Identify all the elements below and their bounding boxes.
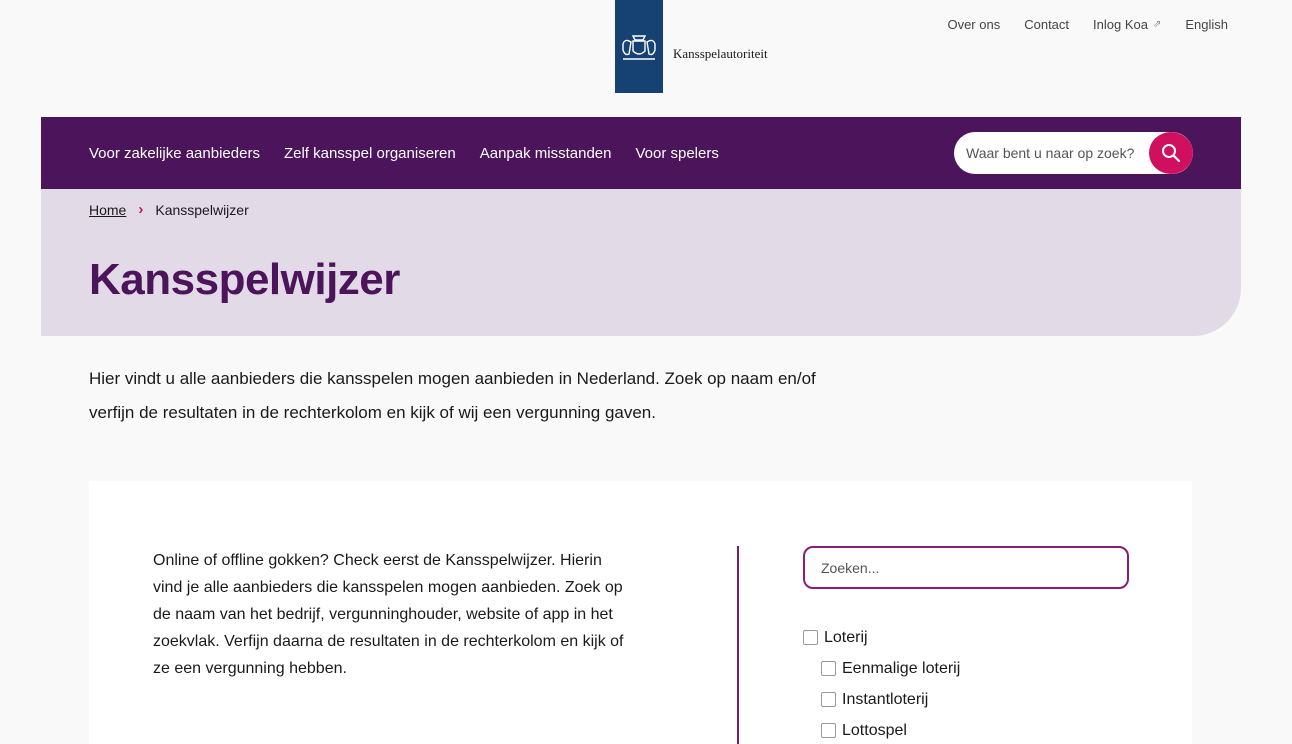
link-label: Over ons: [947, 17, 1001, 32]
page-title: Kansspelwijzer: [89, 255, 400, 304]
kansspelwijzer-card: Online of offline gokken? Check eerst de…: [89, 481, 1192, 744]
top-utility-links: Over ons Contact Inlog Koa ⇗ English: [947, 17, 1228, 32]
breadcrumb-home-link[interactable]: Home: [89, 202, 126, 218]
search-button[interactable]: [1149, 132, 1193, 174]
checkbox[interactable]: [821, 723, 836, 738]
intro-text: Hier vindt u alle aanbieders die kansspe…: [89, 369, 816, 422]
column-divider: [737, 546, 739, 744]
breadcrumb-current: Kansspelwijzer: [155, 201, 249, 218]
nav-item-zakelijke-aanbieders[interactable]: Voor zakelijke aanbieders: [89, 145, 260, 162]
site-search-input[interactable]: [954, 145, 1149, 161]
filter-eenmalige-loterij[interactable]: Eenmalige loterij: [803, 653, 960, 684]
page-hero: Home › Kansspelwijzer Kansspelwijzer: [41, 189, 1241, 336]
filter-instantloterij[interactable]: Instantloterij: [803, 684, 960, 715]
filter-loterij[interactable]: Loterij: [803, 622, 960, 653]
link-label: Inlog Koa: [1093, 17, 1148, 32]
breadcrumb: Home › Kansspelwijzer: [89, 201, 249, 218]
filter-label: Instantloterij: [842, 690, 929, 708]
nav-item-voor-spelers[interactable]: Voor spelers: [635, 145, 718, 162]
link-over-ons[interactable]: Over ons: [947, 17, 1000, 32]
main-navigation: Voor zakelijke aanbieders Zelf kansspel …: [41, 117, 1241, 189]
link-inlog-koa[interactable]: Inlog Koa ⇗: [1093, 17, 1161, 32]
nav-item-aanpak-misstanden[interactable]: Aanpak misstanden: [480, 145, 612, 162]
link-label: English: [1185, 17, 1228, 32]
checkbox[interactable]: [803, 630, 818, 645]
checkbox[interactable]: [821, 692, 836, 707]
filter-label: Loterij: [824, 628, 868, 646]
link-contact[interactable]: Contact: [1024, 17, 1069, 32]
coat-of-arms-icon: [622, 34, 656, 60]
nav-item-zelf-kansspel[interactable]: Zelf kansspel organiseren: [284, 145, 456, 162]
logo-emblem[interactable]: [615, 0, 663, 93]
filter-label: Lottospel: [842, 721, 907, 739]
checkbox[interactable]: [821, 661, 836, 676]
filter-search-input[interactable]: [803, 546, 1129, 589]
site-search: [954, 132, 1193, 174]
link-english[interactable]: English: [1185, 17, 1228, 32]
site-logo-text[interactable]: Kansspelautoriteit: [673, 46, 768, 62]
chevron-right-icon: ›: [138, 201, 144, 218]
card-description: Online of offline gokken? Check eerst de…: [153, 552, 624, 677]
filter-label: Eenmalige loterij: [842, 659, 961, 677]
external-link-icon: ⇗: [1152, 19, 1162, 30]
filter-list: Loterij Eenmalige loterij Instantloterij…: [803, 622, 960, 744]
filter-lottospel[interactable]: Lottospel: [803, 715, 960, 744]
search-icon: [1162, 144, 1181, 163]
link-label: Contact: [1024, 17, 1070, 32]
